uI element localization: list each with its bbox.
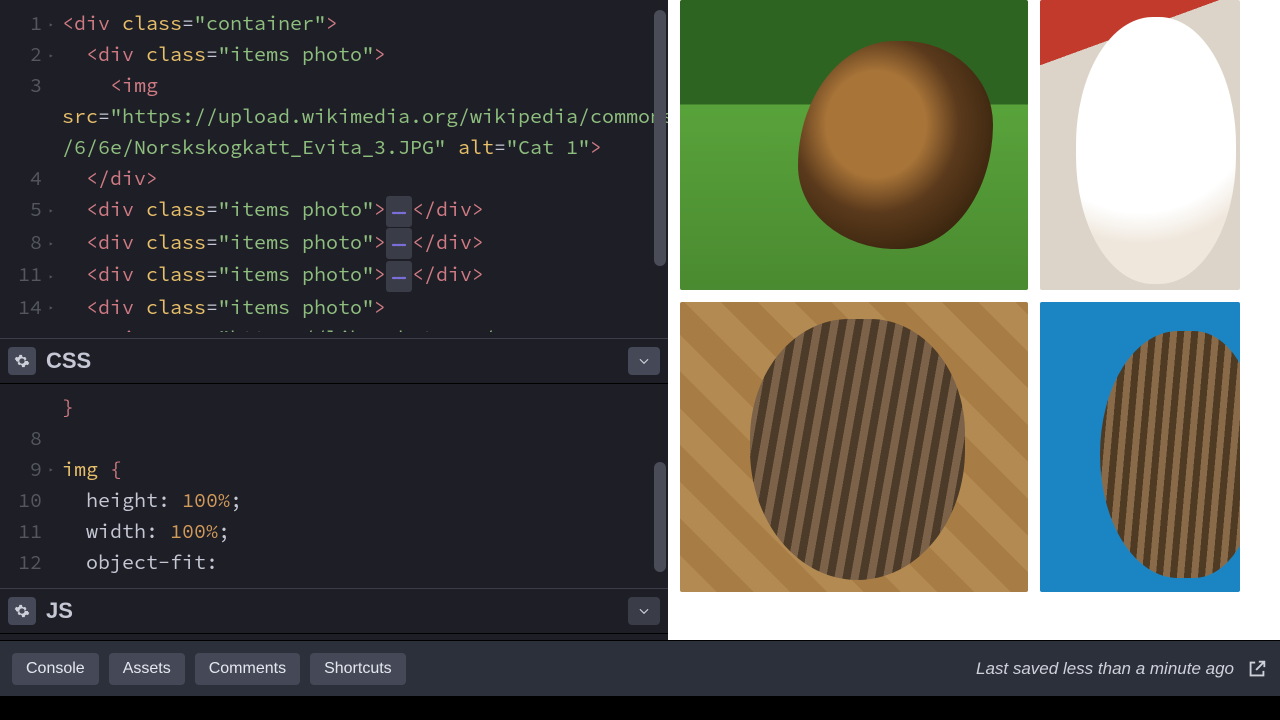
css-editor[interactable]: }89▸img {10 height: 100%;11 width: 100%;… [0, 384, 668, 582]
shortcuts-button[interactable]: Shortcuts [310, 653, 406, 685]
preview-image-2 [1040, 0, 1240, 290]
preview-image-1 [680, 0, 1028, 290]
comments-button[interactable]: Comments [195, 653, 300, 685]
css-collapse-chevron-icon[interactable] [628, 347, 660, 375]
css-settings-gear-icon[interactable] [8, 347, 36, 375]
css-editor-panel: CSS }89▸img {10 height: 100%;11 width: 1… [0, 338, 668, 582]
footer-bar: Console Assets Comments Shortcuts Last s… [0, 640, 1280, 696]
console-button[interactable]: Console [12, 653, 99, 685]
assets-button[interactable]: Assets [109, 653, 185, 685]
css-scrollbar[interactable] [654, 394, 666, 572]
js-editor-panel: JS [0, 588, 668, 640]
js-settings-gear-icon[interactable] [8, 597, 36, 625]
html-editor-panel: 1▸<div class="container">2▸ <div class="… [0, 0, 668, 332]
preview-image-4 [1040, 302, 1240, 592]
html-editor[interactable]: 1▸<div class="container">2▸ <div class="… [0, 0, 668, 332]
preview-pane[interactable] [668, 0, 1280, 640]
html-scrollbar[interactable] [654, 10, 666, 322]
preview-image-3 [680, 302, 1028, 592]
open-external-icon[interactable] [1246, 658, 1268, 680]
save-status-text: Last saved less than a minute ago [976, 659, 1234, 679]
js-panel-title: JS [46, 598, 73, 624]
css-panel-title: CSS [46, 348, 91, 374]
js-collapse-chevron-icon[interactable] [628, 597, 660, 625]
